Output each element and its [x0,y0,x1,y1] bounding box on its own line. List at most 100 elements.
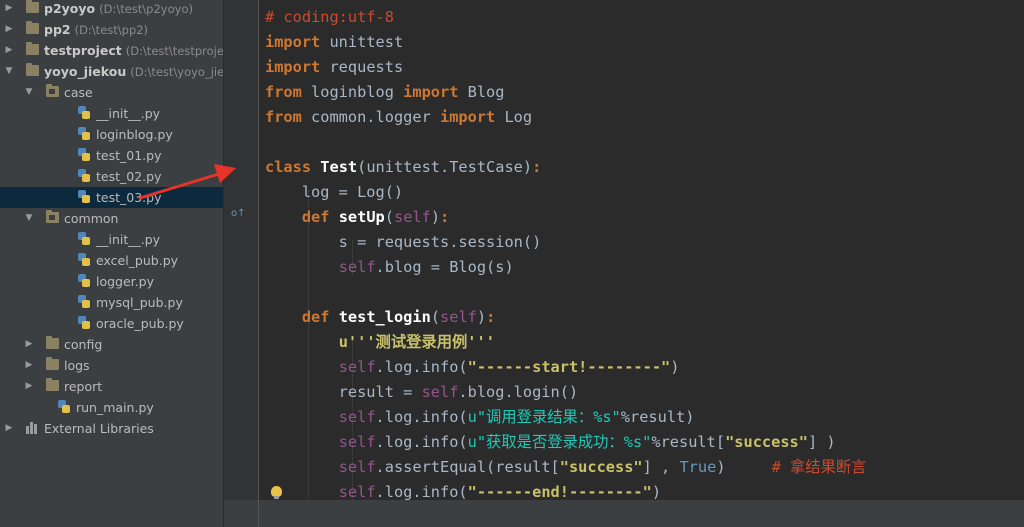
tree-item-test03[interactable]: test_03.py [0,187,223,208]
tree-item-pp2[interactable]: ▶ pp2 (D:\test\pp2) [0,19,223,40]
override-method-icon[interactable]: o↑ [231,208,246,219]
collapse-arrow-icon[interactable]: ▼ [24,208,34,229]
tree-item-logger[interactable]: logger.py [0,271,223,292]
tree-item-common_init[interactable]: __init__.py [0,229,223,250]
code-token: .blog.login() [458,383,579,401]
code-token: u"获取是否登录成功：%s" [467,433,652,451]
code-token: ) [670,358,680,376]
code-line[interactable]: class Test(unittest.TestCase): [265,155,541,180]
tree-item-test02[interactable]: test_02.py [0,166,223,187]
tree-item-test01[interactable]: test_01.py [0,145,223,166]
code-token: "------start!--------" [467,358,671,376]
expand-arrow-icon[interactable]: ▶ [24,355,34,376]
tree-item-label: logs [64,358,90,373]
tree-item-run_main[interactable]: run_main.py [0,397,223,418]
tree-item-loginblog[interactable]: loginblog.py [0,124,223,145]
tree-item-case[interactable]: ▼ case [0,82,223,103]
collapse-arrow-icon[interactable]: ▼ [4,61,14,82]
expand-arrow-icon[interactable]: ▶ [24,376,34,397]
code-token: self [338,358,376,376]
tree-item-common[interactable]: ▼ common [0,208,223,229]
code-line[interactable]: from common.logger import Log [265,105,532,130]
code-line[interactable]: import unittest [265,30,403,55]
tree-item-label: report [64,379,103,394]
tree-item-testproject[interactable]: ▶ testproject(D:\test\testproject) [0,40,223,61]
code-token: unittest [320,33,404,51]
expand-arrow-icon[interactable]: ▶ [4,19,14,40]
python-file-icon [78,127,90,140]
tree-item-label: config [64,337,103,352]
tree-item-ext_libs[interactable]: ▶ External Libraries [0,418,223,439]
code-token: import [265,33,321,51]
tree-item-label: case [64,85,93,100]
code-token: import [265,58,321,76]
folder-icon [46,357,59,370]
code-line[interactable]: u'''测试登录用例''' [265,330,495,355]
project-tree[interactable]: ▶ p2yoyo (D:\test\p2yoyo) ▶ pp2 (D:\test\pp2)… [0,0,224,527]
code-line[interactable]: s = requests.session() [265,230,542,255]
code-token: ) [651,483,662,500]
tree-item-report[interactable]: ▶ report [0,376,223,397]
collapse-arrow-icon[interactable]: ▼ [24,82,34,103]
python-file-icon [78,274,90,287]
code-token: # 拿结果断言 [771,458,867,476]
tree-item-label: oracle_pub.py [96,316,184,331]
code-token: from [265,83,302,101]
code-line[interactable]: self.assertEqual(result["success"] , Tru… [265,455,867,480]
code-token: u'''测试登录用例''' [338,333,495,351]
code-line[interactable]: log = Log() [265,180,403,205]
code-token: .log.info( [375,358,468,376]
code-token: (unittest.TestCase) [357,158,533,176]
tree-item-label: loginblog.py [96,127,173,142]
code-line[interactable]: self.blog = Blog(s) [265,255,514,280]
code-token: True [679,458,717,476]
code-line[interactable]: import requests [265,55,403,80]
tree-item-label: common [64,211,119,226]
code-line[interactable]: # coding:utf-8 [265,5,394,30]
code-line[interactable]: def test_login(self): [265,305,495,330]
code-token: self [393,208,431,226]
tree-item-oracle_pub[interactable]: oracle_pub.py [0,313,223,334]
code-token: %result[ [651,433,726,451]
tree-item-case_init[interactable]: __init__.py [0,103,223,124]
code-token: common.logger [301,108,440,126]
code-token: self [338,258,376,276]
folder-icon [26,63,39,76]
code-token: : [532,158,542,176]
code-line[interactable]: from loginblog import Blog [265,80,504,105]
code-line[interactable]: self.log.info("------start!--------") [265,355,680,380]
folder-icon [46,378,59,391]
expand-arrow-icon[interactable]: ▶ [4,0,14,19]
tree-item-label: excel_pub.py [96,253,179,268]
tree-item-label: p2yoyo (D:\test\p2yoyo) [44,1,193,16]
expand-arrow-icon[interactable]: ▶ [24,334,34,355]
code-token: Test [320,158,358,176]
python-file-icon [78,148,90,161]
tree-item-yoyo_jiekou[interactable]: ▼ yoyo_jiekou(D:\test\yoyo_jiekou) [0,61,223,82]
code-line[interactable]: self.log.info(u"获取是否登录成功：%s"%result["suc… [265,430,836,455]
tree-item-config[interactable]: ▶ config [0,334,223,355]
tree-item-label: External Libraries [44,421,154,436]
code-line[interactable]: def setUp(self): [265,205,449,230]
tree-item-p2yoyo[interactable]: ▶ p2yoyo (D:\test\p2yoyo) [0,0,223,19]
tree-item-mysql_pub[interactable]: mysql_pub.py [0,292,223,313]
code-line[interactable]: self.log.info("------end!--------") [265,480,661,500]
code-line[interactable]: self.log.info(u"调用登录结果：%s"%result) [265,405,695,430]
code-line[interactable]: result = self.blog.login() [265,380,578,405]
python-file-icon [78,106,90,119]
expand-arrow-icon[interactable]: ▶ [4,40,14,61]
tree-item-excel_pub[interactable]: excel_pub.py [0,250,223,271]
tree-item-label: logger.py [96,274,154,289]
code-token: : [486,308,496,326]
expand-arrow-icon[interactable]: ▶ [4,418,14,439]
code-token: def [301,208,330,226]
tree-item-logs[interactable]: ▶ logs [0,355,223,376]
code-token: self [440,308,477,326]
code-editor[interactable]: # coding:utf-8 import unittest import requ… [259,0,1024,500]
code-token: ] ) [807,433,836,451]
code-token: requests [320,58,404,76]
